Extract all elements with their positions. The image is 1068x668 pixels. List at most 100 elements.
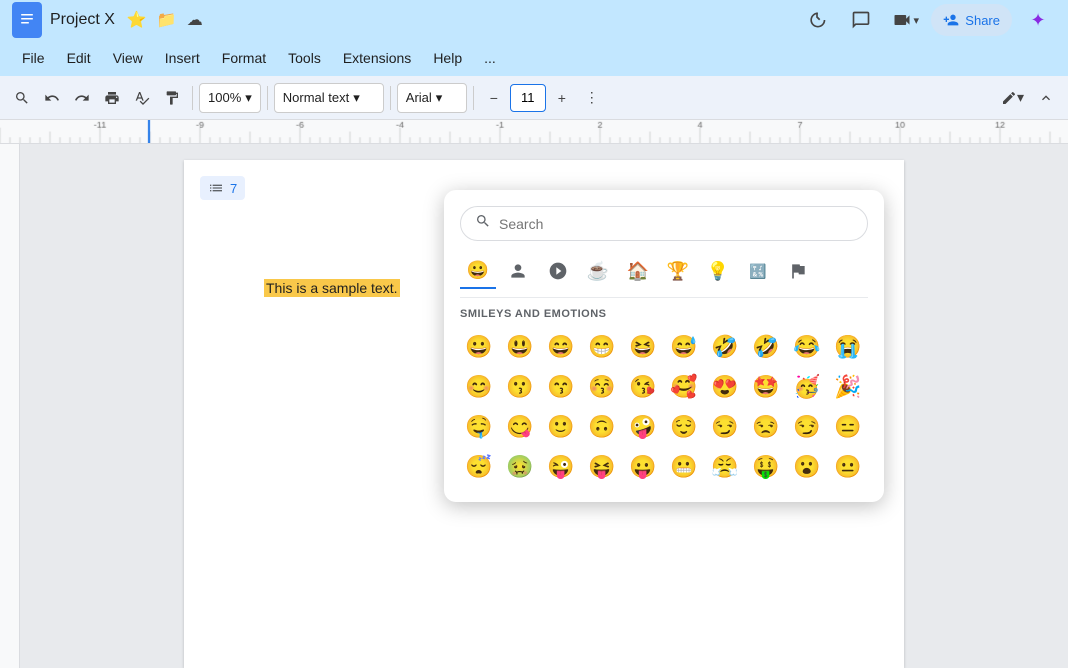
more-toolbar-btn[interactable]: ⋮ xyxy=(578,82,606,114)
document-page[interactable]: 7 This is a sample text. xyxy=(184,160,904,668)
paint-format-btn[interactable] xyxy=(158,82,186,114)
doc-area: 7 This is a sample text. xyxy=(0,144,1068,668)
app-icon xyxy=(12,2,42,38)
emoji-item[interactable]: 😊 xyxy=(460,368,498,406)
search-toolbar-btn[interactable] xyxy=(8,82,36,114)
emoji-item[interactable]: 😋 xyxy=(501,408,539,446)
emoji-item[interactable]: 🤣 xyxy=(706,328,744,366)
emoji-item[interactable]: 😐 xyxy=(829,448,867,486)
toolbar: 100% ▾ Normal text ▾ Arial ▾ − 11 + ⋮ ▾ xyxy=(0,76,1068,120)
print-btn[interactable] xyxy=(98,82,126,114)
menu-more[interactable]: ... xyxy=(474,46,506,70)
emoji-item[interactable]: 😀 xyxy=(460,328,498,366)
share-button[interactable]: Share xyxy=(931,4,1012,36)
emoji-item[interactable]: 😙 xyxy=(542,368,580,406)
collapse-btn[interactable] xyxy=(1032,82,1060,114)
cat-objects[interactable]: 🏆 xyxy=(660,253,696,289)
emoji-item[interactable]: 🤢 xyxy=(501,448,539,486)
emoji-item[interactable]: 😛 xyxy=(624,448,662,486)
page-container: 7 This is a sample text. xyxy=(20,144,1068,668)
emoji-item[interactable]: 😄 xyxy=(542,328,580,366)
emoji-item[interactable]: 😝 xyxy=(583,448,621,486)
emoji-item[interactable]: 😚 xyxy=(583,368,621,406)
emoji-item[interactable]: 😃 xyxy=(501,328,539,366)
emoji-item[interactable]: 🤣 xyxy=(747,328,785,366)
emoji-item[interactable]: 😅 xyxy=(665,328,703,366)
font-size-increase-btn[interactable]: + xyxy=(548,82,576,114)
sample-text[interactable]: This is a sample text. xyxy=(264,279,400,297)
emoji-item[interactable]: 😂 xyxy=(788,328,826,366)
title-bar: Project X ⭐ 📁 ☁ ▾ Share ✦ xyxy=(0,0,1068,40)
emoji-search-icon xyxy=(475,213,491,234)
emoji-item[interactable]: 😏 xyxy=(788,408,826,446)
emoji-item[interactable]: 🤪 xyxy=(624,408,662,446)
star-icon[interactable]: ⭐ xyxy=(127,10,147,30)
history-button[interactable] xyxy=(799,2,835,38)
menu-file[interactable]: File xyxy=(12,46,55,70)
emoji-item[interactable]: 😘 xyxy=(624,368,662,406)
toolbar-divider-4 xyxy=(473,86,474,110)
cat-people[interactable] xyxy=(500,253,536,289)
list-handle[interactable]: 7 xyxy=(200,176,245,200)
emoji-item[interactable]: 😌 xyxy=(665,408,703,446)
menu-bar: File Edit View Insert Format Tools Exten… xyxy=(0,40,1068,76)
title-icons: ⭐ 📁 ☁ xyxy=(127,10,203,30)
emoji-item[interactable]: 😜 xyxy=(542,448,580,486)
emoji-item[interactable]: 😬 xyxy=(665,448,703,486)
menu-insert[interactable]: Insert xyxy=(155,46,210,70)
cat-special[interactable]: 🔣 xyxy=(740,253,776,289)
menu-tools[interactable]: Tools xyxy=(278,46,331,70)
font-size-input[interactable]: 11 xyxy=(510,84,546,112)
emoji-item[interactable]: 😏 xyxy=(706,408,744,446)
font-size-decrease-btn[interactable]: − xyxy=(480,82,508,114)
pen-btn[interactable]: ▾ xyxy=(995,82,1030,114)
emoji-item[interactable]: 😁 xyxy=(583,328,621,366)
folder-icon[interactable]: 📁 xyxy=(157,10,177,30)
gemini-button[interactable]: ✦ xyxy=(1020,2,1056,38)
emoji-item[interactable]: 🎉 xyxy=(829,368,867,406)
redo-btn[interactable] xyxy=(68,82,96,114)
emoji-item[interactable]: 🤑 xyxy=(747,448,785,486)
emoji-item[interactable]: 🙃 xyxy=(583,408,621,446)
cat-travel[interactable]: 🏠 xyxy=(620,253,656,289)
menu-view[interactable]: View xyxy=(103,46,153,70)
menu-edit[interactable]: Edit xyxy=(57,46,101,70)
cat-activities[interactable] xyxy=(540,253,576,289)
emoji-item[interactable]: 😒 xyxy=(747,408,785,446)
cat-symbols[interactable]: 💡 xyxy=(700,253,736,289)
spellcheck-btn[interactable] xyxy=(128,82,156,114)
emoji-search-input[interactable] xyxy=(499,216,853,232)
emoji-item[interactable]: 😮 xyxy=(788,448,826,486)
emoji-item[interactable]: 🤩 xyxy=(747,368,785,406)
emoji-item[interactable]: 😭 xyxy=(829,328,867,366)
toolbar-divider-2 xyxy=(267,86,268,110)
menu-extensions[interactable]: Extensions xyxy=(333,46,421,70)
emoji-item[interactable]: 😑 xyxy=(829,408,867,446)
emoji-item[interactable]: 😴 xyxy=(460,448,498,486)
emoji-categories: 😀 ☕ 🏠 🏆 💡 🔣 xyxy=(460,253,868,298)
cloud-icon[interactable]: ☁ xyxy=(187,10,203,30)
emoji-item[interactable]: 🤤 xyxy=(460,408,498,446)
emoji-item[interactable]: 🙂 xyxy=(542,408,580,446)
emoji-item[interactable]: 🥰 xyxy=(665,368,703,406)
emoji-item[interactable]: 😗 xyxy=(501,368,539,406)
emoji-search-container xyxy=(460,206,868,241)
text-style-select[interactable]: Normal text ▾ xyxy=(274,83,384,113)
emoji-grid: 😀 😃 😄 😁 😆 😅 🤣 🤣 😂 😭 😊 😗 😙 😚 xyxy=(460,328,868,486)
font-select[interactable]: Arial ▾ xyxy=(397,83,467,113)
cat-food[interactable]: ☕ xyxy=(580,253,616,289)
emoji-item[interactable]: 🥳 xyxy=(788,368,826,406)
meet-button[interactable]: ▾ xyxy=(887,2,923,38)
undo-btn[interactable] xyxy=(38,82,66,114)
emoji-item[interactable]: 😍 xyxy=(706,368,744,406)
cat-smileys[interactable]: 😀 xyxy=(460,253,496,289)
menu-help[interactable]: Help xyxy=(423,46,472,70)
cat-flags[interactable] xyxy=(780,253,816,289)
menu-format[interactable]: Format xyxy=(212,46,276,70)
emoji-item[interactable]: 😤 xyxy=(706,448,744,486)
comments-button[interactable] xyxy=(843,2,879,38)
zoom-select[interactable]: 100% ▾ xyxy=(199,83,261,113)
emoji-picker: 😀 ☕ 🏠 🏆 💡 🔣 xyxy=(444,190,884,502)
side-ruler xyxy=(0,144,20,668)
emoji-item[interactable]: 😆 xyxy=(624,328,662,366)
